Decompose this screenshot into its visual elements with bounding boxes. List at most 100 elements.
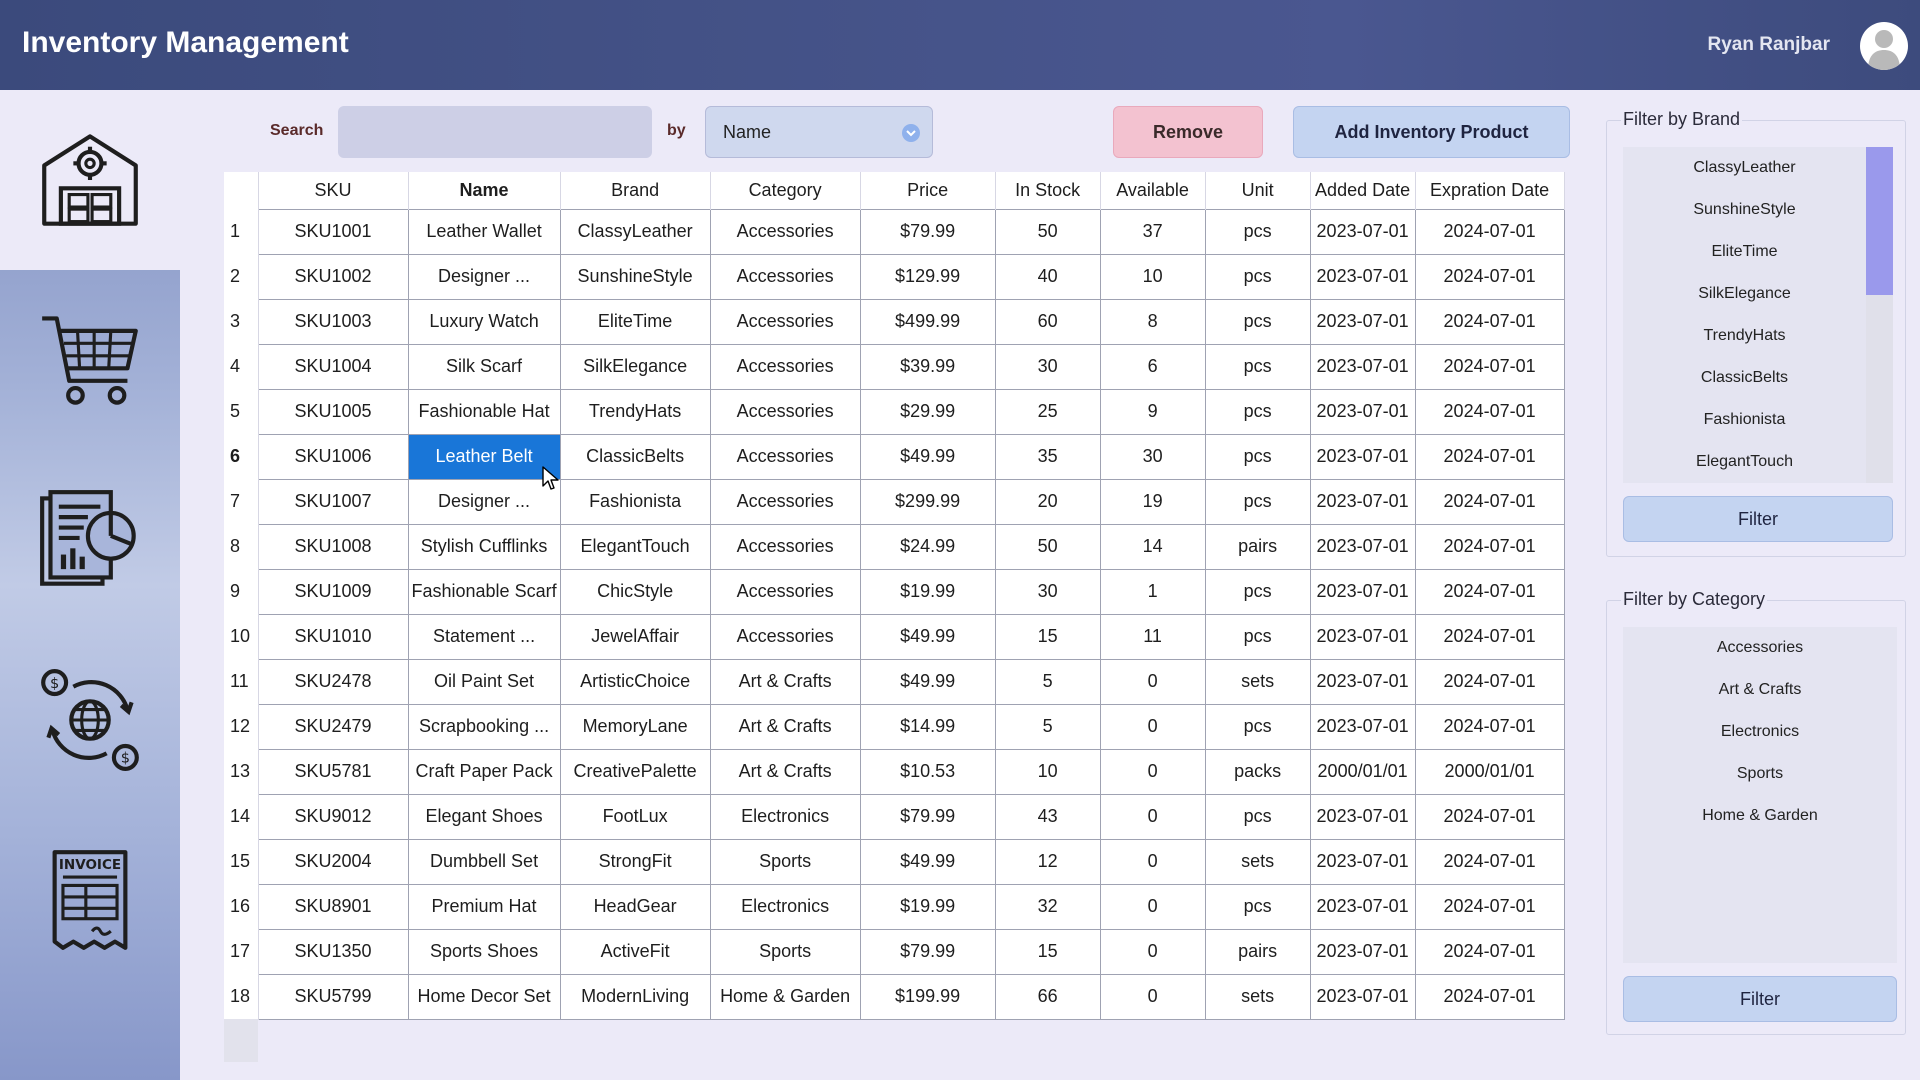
table-cell[interactable]: 0: [1099, 838, 1206, 885]
column-header[interactable]: Price: [860, 172, 996, 209]
table-cell[interactable]: 2000/01/01: [1414, 748, 1565, 795]
table-cell[interactable]: 2023-07-01: [1309, 928, 1416, 975]
table-cell[interactable]: sets: [1204, 658, 1311, 705]
table-cell[interactable]: pcs: [1204, 478, 1311, 525]
table-cell[interactable]: Accessories: [709, 208, 861, 255]
table-cell[interactable]: 0: [1099, 973, 1206, 1020]
table-cell[interactable]: 5: [994, 703, 1101, 750]
table-cell[interactable]: pcs: [1204, 568, 1311, 615]
nav-item-exchange[interactable]: $ $: [0, 630, 180, 810]
table-cell[interactable]: $49.99: [859, 613, 996, 660]
table-cell[interactable]: 14: [1099, 523, 1206, 570]
table-cell[interactable]: pcs: [1204, 253, 1311, 300]
list-item[interactable]: ClassyLeather: [1623, 147, 1866, 189]
list-item[interactable]: Fashionista: [1623, 399, 1866, 441]
table-cell[interactable]: Accessories: [709, 613, 861, 660]
row-number[interactable]: 2: [224, 254, 259, 299]
table-cell[interactable]: SKU1001: [257, 208, 409, 255]
table-cell[interactable]: $14.99: [859, 703, 996, 750]
table-cell[interactable]: 2023-07-01: [1309, 343, 1416, 390]
table-cell[interactable]: 2023-07-01: [1309, 703, 1416, 750]
table-cell[interactable]: 2024-07-01: [1414, 388, 1565, 435]
table-cell[interactable]: SKU2478: [257, 658, 409, 705]
table-cell[interactable]: Accessories: [709, 343, 861, 390]
table-cell[interactable]: Accessories: [709, 253, 861, 300]
table-cell[interactable]: 43: [994, 793, 1101, 840]
table-cell[interactable]: 2024-07-01: [1414, 478, 1565, 525]
nav-item-reports[interactable]: [0, 450, 180, 630]
table-cell[interactable]: 0: [1099, 883, 1206, 930]
table-cell[interactable]: Dumbbell Set: [407, 838, 561, 885]
table-cell[interactable]: 5: [994, 658, 1101, 705]
table-cell[interactable]: Art & Crafts: [709, 703, 861, 750]
brand-list[interactable]: ClassyLeather SunshineStyle EliteTime SilkE…: [1623, 147, 1893, 483]
table-cell[interactable]: SunshineStyle: [559, 253, 711, 300]
table-cell[interactable]: $499.99: [859, 298, 996, 345]
table-cell[interactable]: 9: [1099, 388, 1206, 435]
table-cell[interactable]: $49.99: [859, 658, 996, 705]
table-cell[interactable]: ClassicBelts: [559, 433, 711, 480]
table-row[interactable]: 14 SKU9012 Elegant Shoes FootLux Electronics…: [224, 793, 1565, 840]
avatar[interactable]: [1860, 22, 1908, 70]
column-header[interactable]: Added Date: [1310, 172, 1416, 209]
table-cell[interactable]: 30: [994, 343, 1101, 390]
table-cell[interactable]: pcs: [1204, 433, 1311, 480]
table-cell[interactable]: Art & Crafts: [709, 658, 861, 705]
row-number[interactable]: 3: [224, 299, 259, 344]
table-cell[interactable]: 0: [1099, 703, 1206, 750]
table-cell[interactable]: pcs: [1204, 793, 1311, 840]
table-row[interactable]: 9 SKU1009 Fashionable Scarf ChicStyle Access…: [224, 568, 1565, 615]
list-item[interactable]: ElegantTouch: [1623, 441, 1866, 483]
list-item[interactable]: Art & Crafts: [1623, 669, 1897, 711]
table-cell[interactable]: Accessories: [709, 568, 861, 615]
table-cell[interactable]: 8: [1099, 298, 1206, 345]
table-cell[interactable]: Craft Paper Pack: [407, 748, 561, 795]
table-cell[interactable]: $24.99: [859, 523, 996, 570]
row-number[interactable]: 5: [224, 389, 259, 434]
table-cell[interactable]: Electronics: [709, 793, 861, 840]
row-number[interactable]: 13: [224, 749, 259, 794]
table-cell[interactable]: Designer ...: [407, 478, 561, 525]
table-cell[interactable]: pcs: [1204, 703, 1311, 750]
table-cell[interactable]: SKU1008: [257, 523, 409, 570]
table-cell[interactable]: 0: [1099, 928, 1206, 975]
list-item[interactable]: Home & Garden: [1623, 795, 1897, 837]
table-row[interactable]: 2 SKU1002 Designer ... SunshineStyle Accesso…: [224, 253, 1565, 300]
row-number[interactable]: 12: [224, 704, 259, 749]
table-cell[interactable]: 2024-07-01: [1414, 208, 1565, 255]
table-cell[interactable]: 2023-07-01: [1309, 658, 1416, 705]
table-cell[interactable]: sets: [1204, 973, 1311, 1020]
table-cell[interactable]: SKU5799: [257, 973, 409, 1020]
column-header[interactable]: Available: [1100, 172, 1206, 209]
table-cell[interactable]: Statement ...: [407, 613, 561, 660]
table-cell[interactable]: Silk Scarf: [407, 343, 561, 390]
table-cell[interactable]: Accessories: [709, 523, 861, 570]
row-number[interactable]: 17: [224, 929, 259, 974]
table-row[interactable]: 18 SKU5799 Home Decor Set ModernLiving Home …: [224, 973, 1565, 1020]
table-cell[interactable]: SKU1350: [257, 928, 409, 975]
table-row[interactable]: 17 SKU1350 Sports Shoes ActiveFit Sports $79.…: [224, 928, 1565, 975]
table-cell[interactable]: 2023-07-01: [1309, 613, 1416, 660]
table-cell[interactable]: Fashionable Hat: [407, 388, 561, 435]
table-cell[interactable]: FootLux: [559, 793, 711, 840]
table-row[interactable]: 16 SKU8901 Premium Hat HeadGear Electronics $…: [224, 883, 1565, 930]
table-cell[interactable]: HeadGear: [559, 883, 711, 930]
table-cell[interactable]: $79.99: [859, 793, 996, 840]
row-number[interactable]: 7: [224, 479, 259, 524]
column-header[interactable]: Expration Date: [1415, 172, 1565, 209]
table-cell[interactable]: SKU1009: [257, 568, 409, 615]
nav-item-orders[interactable]: [0, 270, 180, 450]
table-cell[interactable]: MemoryLane: [559, 703, 711, 750]
table-cell[interactable]: 2024-07-01: [1414, 343, 1565, 390]
table-row[interactable]: 3 SKU1003 Luxury Watch EliteTime Accessories…: [224, 298, 1565, 345]
column-header[interactable]: Unit: [1205, 172, 1311, 209]
table-cell[interactable]: 2023-07-01: [1309, 793, 1416, 840]
column-header[interactable]: Category: [710, 172, 861, 209]
table-cell[interactable]: SKU9012: [257, 793, 409, 840]
table-cell[interactable]: 10: [994, 748, 1101, 795]
table-cell[interactable]: Sports: [709, 838, 861, 885]
add-inventory-product-button[interactable]: Add Inventory Product: [1293, 106, 1570, 158]
row-number[interactable]: 4: [224, 344, 259, 389]
table-cell[interactable]: $299.99: [859, 478, 996, 525]
table-cell[interactable]: 60: [994, 298, 1101, 345]
